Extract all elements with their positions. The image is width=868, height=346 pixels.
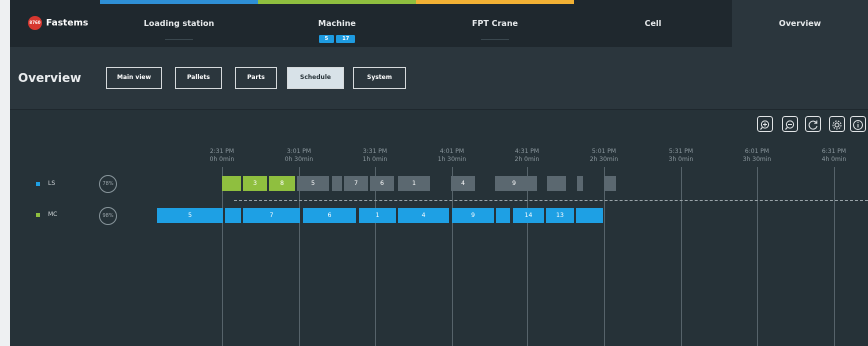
- tick-line: [452, 167, 453, 346]
- settings-button[interactable]: [829, 116, 845, 132]
- machine-badges: 5 17: [258, 33, 416, 43]
- tick-line: [299, 167, 300, 346]
- mc-task-block[interactable]: [225, 208, 241, 223]
- time-tick: 6:01 PM 3h 30min: [742, 148, 772, 163]
- tab-underline: [165, 39, 193, 40]
- ls-utilization-ring: 78%: [99, 175, 117, 193]
- mc-task-block[interactable]: 6: [303, 208, 356, 223]
- time-tick: 3:01 PM 0h 30min: [284, 148, 314, 163]
- info-icon: [853, 120, 863, 130]
- sub-navigation: Overview Main view Pallets Parts Schedul…: [10, 47, 868, 110]
- parts-button[interactable]: Parts: [235, 67, 277, 89]
- mc-task-block[interactable]: 5: [157, 208, 223, 223]
- ls-task-block[interactable]: [577, 176, 583, 191]
- schedule-button[interactable]: Schedule: [287, 67, 344, 89]
- mc-task-block[interactable]: 4: [398, 208, 449, 223]
- tick-line: [757, 167, 758, 346]
- refresh-button[interactable]: [805, 116, 821, 132]
- pallets-button[interactable]: Pallets: [175, 67, 222, 89]
- tab-underline: [481, 39, 509, 40]
- ls-task-block[interactable]: [547, 176, 566, 191]
- info-button[interactable]: [850, 116, 866, 132]
- top-navigation: 8760 Fastems Loading station Machine 5 17 …: [10, 0, 868, 47]
- logo-area: 8760 Fastems: [10, 0, 100, 47]
- ls-task-block[interactable]: 3: [243, 176, 267, 191]
- tick-line: [604, 167, 605, 346]
- row-label-mc: MC: [48, 211, 58, 218]
- time-tick: 6:31 PM 4h 0min: [821, 148, 847, 163]
- page-title: Overview: [18, 71, 82, 85]
- refresh-icon: [808, 120, 818, 130]
- ls-task-block[interactable]: [533, 176, 537, 191]
- row-divider: [234, 200, 868, 201]
- time-tick: 2:31 PM 0h 0min: [209, 148, 235, 163]
- tick-line: [527, 167, 528, 346]
- zoom-in-button[interactable]: [757, 116, 773, 132]
- tab-fpt-crane[interactable]: FPT Crane: [416, 0, 574, 47]
- mc-task-block[interactable]: 9: [452, 208, 494, 223]
- tab-accent: [100, 0, 258, 4]
- mc-task-block[interactable]: [496, 208, 510, 223]
- ls-color-dot: [36, 182, 40, 186]
- tab-accent: [416, 0, 574, 4]
- tab-overview[interactable]: Overview: [732, 0, 868, 47]
- zoom-out-button[interactable]: [782, 116, 798, 132]
- fastems-logo: 8760 Fastems: [28, 16, 88, 30]
- mc-color-dot: [36, 213, 40, 217]
- mc-task-block[interactable]: [576, 208, 603, 223]
- tab-cell[interactable]: Cell: [574, 0, 732, 47]
- time-tick: 4:31 PM 2h 0min: [514, 148, 540, 163]
- logo-name: Fastems: [46, 18, 89, 29]
- tab-label: Machine: [318, 19, 356, 28]
- ls-task-block[interactable]: 9: [495, 176, 533, 191]
- time-tick: 4:01 PM 1h 30min: [437, 148, 467, 163]
- tab-label: FPT Crane: [472, 19, 518, 28]
- tick-line: [834, 167, 835, 346]
- time-tick: 5:01 PM 2h 30min: [589, 148, 619, 163]
- tick-line: [222, 167, 223, 346]
- ls-task-block[interactable]: 6: [370, 176, 394, 191]
- zoom-in-icon: [760, 120, 770, 130]
- mc-utilization-ring: 98%: [99, 207, 117, 225]
- tab-accent: [258, 0, 416, 4]
- tab-loading-station[interactable]: Loading station: [100, 0, 258, 47]
- mc-task-block[interactable]: 7: [243, 208, 300, 223]
- ls-task-block[interactable]: 1: [398, 176, 430, 191]
- count-badge: 17: [336, 35, 356, 43]
- ls-task-block[interactable]: 8: [269, 176, 295, 191]
- logo-mark: 8760: [28, 16, 42, 30]
- tab-machine[interactable]: Machine 5 17: [258, 0, 416, 47]
- system-button[interactable]: System: [353, 67, 406, 89]
- time-tick: 3:31 PM 1h 0min: [362, 148, 388, 163]
- mc-task-block[interactable]: 14: [513, 208, 544, 223]
- mc-task-block[interactable]: 1: [359, 208, 396, 223]
- app-window: 8760 Fastems Loading station Machine 5 17 …: [10, 0, 868, 346]
- tab-label: Cell: [644, 19, 662, 28]
- tick-line: [375, 167, 376, 346]
- time-tick: 5:31 PM 3h 0min: [668, 148, 694, 163]
- tick-line: [681, 167, 682, 346]
- ls-task-block[interactable]: [604, 176, 616, 191]
- mc-task-block[interactable]: 13: [546, 208, 574, 223]
- tab-label: Loading station: [143, 19, 215, 28]
- ls-task-block[interactable]: 5: [297, 176, 329, 191]
- count-badge: 5: [318, 35, 335, 43]
- zoom-out-icon: [785, 120, 795, 130]
- main-view-button[interactable]: Main view: [106, 67, 162, 89]
- ls-task-block[interactable]: 4: [451, 176, 475, 191]
- tab-label: Overview: [778, 19, 822, 28]
- row-label-ls: LS: [48, 180, 56, 187]
- ls-task-block[interactable]: [222, 176, 241, 191]
- ls-task-block[interactable]: [332, 176, 342, 191]
- settings-icon: [832, 120, 842, 130]
- ls-task-block[interactable]: 7: [344, 176, 368, 191]
